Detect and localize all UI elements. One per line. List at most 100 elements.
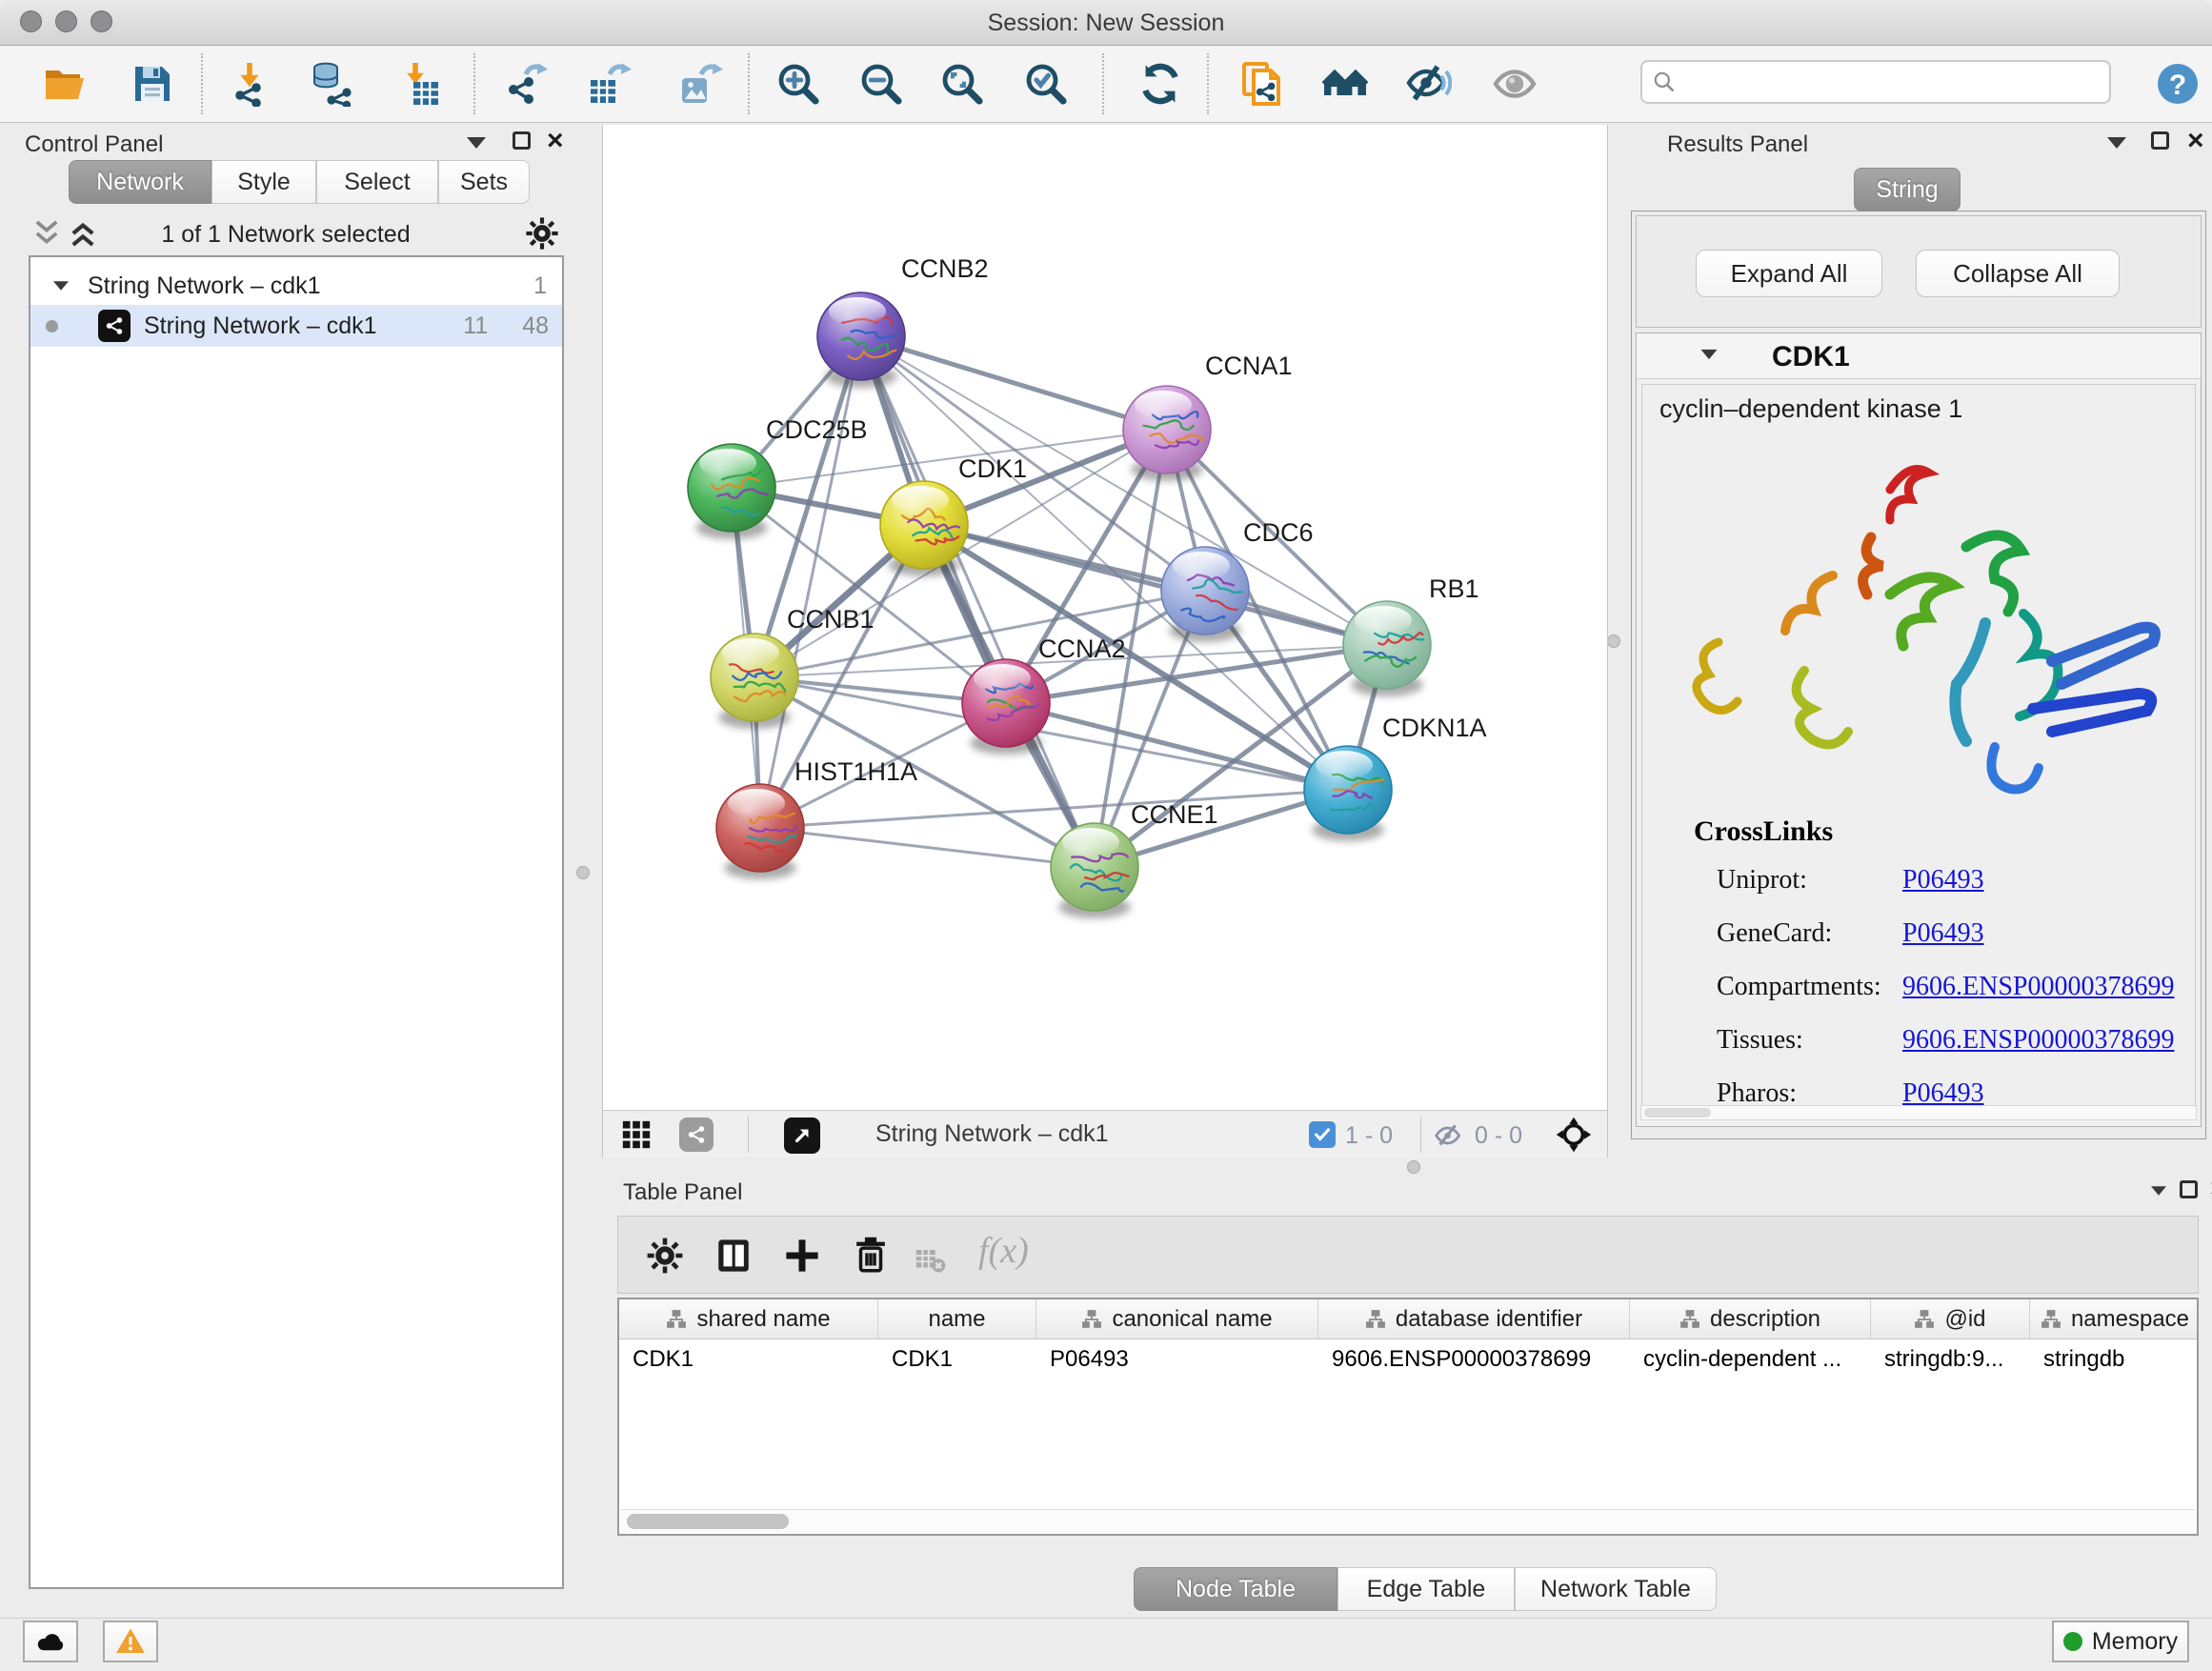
column-header[interactable]: description <box>1630 1299 1871 1339</box>
network-node-RB1[interactable]: RB1 <box>1343 574 1479 696</box>
export-table-icon[interactable] <box>587 61 633 107</box>
expand-all-button[interactable]: Expand All <box>1696 250 1882 297</box>
network-edge-CCNB2-CCNE1[interactable] <box>861 336 1095 867</box>
delete-table-icon[interactable] <box>914 1243 946 1276</box>
tree-expand-icon[interactable] <box>53 281 69 291</box>
tab-network-table[interactable]: Network Table <box>1515 1567 1717 1611</box>
tab-edge-table[interactable]: Edge Table <box>1337 1567 1515 1611</box>
float-panel-icon[interactable] <box>513 131 531 150</box>
crosslink-link[interactable]: P06493 <box>1902 865 1984 896</box>
refresh-icon[interactable] <box>1137 61 1183 107</box>
network-node-CCNA1[interactable]: CCNA1 <box>1123 352 1293 481</box>
column-header[interactable]: database identifier <box>1318 1299 1630 1339</box>
network-node-CDKN1A[interactable]: CDKN1A <box>1304 714 1487 841</box>
show-eye-icon[interactable] <box>1492 61 1538 107</box>
tab-select[interactable]: Select <box>316 160 438 204</box>
tab-network[interactable]: Network <box>69 160 211 204</box>
network-edge-CCNB2-HIST1H1A[interactable] <box>760 336 861 828</box>
vertical-splitter-handle[interactable] <box>1607 634 1620 648</box>
table-cell[interactable]: cyclin-dependent ... <box>1630 1339 1871 1379</box>
column-header[interactable]: canonical name <box>1036 1299 1318 1339</box>
table-cell[interactable]: 9606.ENSP00000378699 <box>1318 1339 1630 1379</box>
network-row[interactable]: String Network – cdk1 11 48 <box>30 305 562 347</box>
network-edge-CDK1-RB1[interactable] <box>924 525 1387 645</box>
crosslink-link[interactable]: P06493 <box>1902 918 1984 949</box>
node-table[interactable]: shared namenamecanonical namedatabase id… <box>617 1298 2199 1536</box>
network-node-CCNE1[interactable]: CCNE1 <box>1051 800 1218 918</box>
zoom-in-icon[interactable] <box>775 61 821 107</box>
collapse-all-button[interactable]: Collapse All <box>1916 250 2120 297</box>
zoom-fit-icon[interactable] <box>939 61 985 107</box>
network-node-CDC25B[interactable]: CDC25B <box>688 415 868 539</box>
control-panel: Control Panel × Network Style Select Set… <box>8 124 564 1602</box>
crosslink-link[interactable]: 9606.ENSP00000378699 <box>1902 972 2174 1002</box>
tab-string[interactable]: String <box>1854 168 1961 211</box>
column-header[interactable]: shared name <box>619 1299 878 1339</box>
share-view-icon[interactable] <box>679 1117 714 1152</box>
help-icon[interactable]: ? <box>2155 61 2201 107</box>
save-session-icon[interactable] <box>130 61 175 107</box>
homes-icon[interactable] <box>1322 61 1368 107</box>
table-hscrollbar[interactable] <box>621 1509 2195 1532</box>
panel-menu-icon[interactable] <box>2151 1186 2166 1196</box>
network-canvas[interactable]: CCNB2CCNA1CDC25BCDK1CDC6RB1CCNB1CCNA2CDK… <box>603 125 1607 1110</box>
grid-view-icon[interactable] <box>620 1118 653 1151</box>
horizontal-splitter-handle[interactable] <box>1407 1160 1420 1174</box>
search-input[interactable] <box>1684 68 2100 96</box>
cloud-icon <box>34 1625 67 1658</box>
zoom-out-icon[interactable] <box>858 61 904 107</box>
import-network-database-icon[interactable] <box>309 61 354 107</box>
detach-view-icon[interactable] <box>784 1117 820 1154</box>
selected-checkbox-icon[interactable] <box>1309 1121 1336 1148</box>
column-header[interactable]: @id <box>1871 1299 2030 1339</box>
tab-sets[interactable]: Sets <box>438 160 530 204</box>
function-builder-icon[interactable]: f(x) <box>978 1230 1029 1272</box>
table-cell[interactable]: stringdb <box>2030 1339 2199 1379</box>
network-edge-CCNB2-CCNA1[interactable] <box>861 336 1167 430</box>
tab-node-table[interactable]: Node Table <box>1134 1567 1337 1611</box>
float-panel-icon[interactable] <box>2180 1180 2198 1198</box>
crosslink-link[interactable]: 9606.ENSP00000378699 <box>1902 1025 2174 1056</box>
birdseye-icon[interactable] <box>1556 1117 1592 1153</box>
network-node-CDC6[interactable]: CDC6 <box>1161 518 1314 642</box>
table-cell[interactable]: P06493 <box>1036 1339 1318 1379</box>
import-table-icon[interactable] <box>396 61 442 107</box>
search-field[interactable] <box>1640 60 2111 104</box>
gear-icon[interactable] <box>645 1236 685 1276</box>
gear-icon[interactable] <box>524 215 560 252</box>
close-panel-icon[interactable]: × <box>547 131 564 150</box>
vertical-splitter-handle[interactable] <box>576 866 590 879</box>
table-cell[interactable]: CDK1 <box>619 1339 878 1379</box>
import-network-file-icon[interactable] <box>227 61 272 107</box>
table-cell[interactable]: CDK1 <box>878 1339 1036 1379</box>
results-hscrollbar[interactable] <box>1640 1105 2197 1120</box>
memory-button[interactable]: Memory <box>2052 1621 2189 1662</box>
float-panel-icon[interactable] <box>2151 131 2169 150</box>
hidden-eye-icon[interactable] <box>1434 1120 1464 1151</box>
string-document-icon[interactable] <box>1239 61 1285 107</box>
warnings-button[interactable] <box>103 1621 158 1662</box>
network-node-CDK1[interactable]: CDK1 <box>880 454 1027 576</box>
network-view[interactable]: CCNB2CCNA1CDC25BCDK1CDC6RB1CCNB1CCNA2CDK… <box>602 125 1608 1110</box>
zoom-selected-icon[interactable] <box>1023 61 1069 107</box>
panel-menu-icon[interactable] <box>467 137 486 149</box>
network-collection-row[interactable]: String Network – cdk1 1 <box>30 265 562 307</box>
tab-style[interactable]: Style <box>211 160 316 204</box>
column-header[interactable]: name <box>878 1299 1036 1339</box>
hide-eye-icon[interactable] <box>1406 61 1452 107</box>
panel-menu-icon[interactable] <box>2107 137 2126 149</box>
close-panel-icon[interactable]: × <box>2187 131 2204 150</box>
network-edge-HIST1H1A-CCNE1[interactable] <box>760 828 1095 867</box>
export-image-icon[interactable] <box>678 61 724 107</box>
table-cell[interactable]: stringdb:9... <box>1871 1339 2030 1379</box>
network-node-CCNB1[interactable]: CCNB1 <box>711 605 875 729</box>
show-columns-icon[interactable] <box>714 1236 754 1276</box>
open-file-icon[interactable] <box>42 61 88 107</box>
protein-expand-icon[interactable] <box>1701 350 1718 359</box>
export-network-icon[interactable] <box>503 61 549 107</box>
table-row[interactable]: CDK1CDK1P064939606.ENSP00000378699cyclin… <box>619 1339 2197 1379</box>
column-header[interactable]: namespace <box>2030 1299 2199 1339</box>
delete-column-icon[interactable] <box>851 1236 891 1276</box>
add-column-icon[interactable] <box>782 1236 822 1276</box>
cloud-button[interactable] <box>23 1621 78 1662</box>
